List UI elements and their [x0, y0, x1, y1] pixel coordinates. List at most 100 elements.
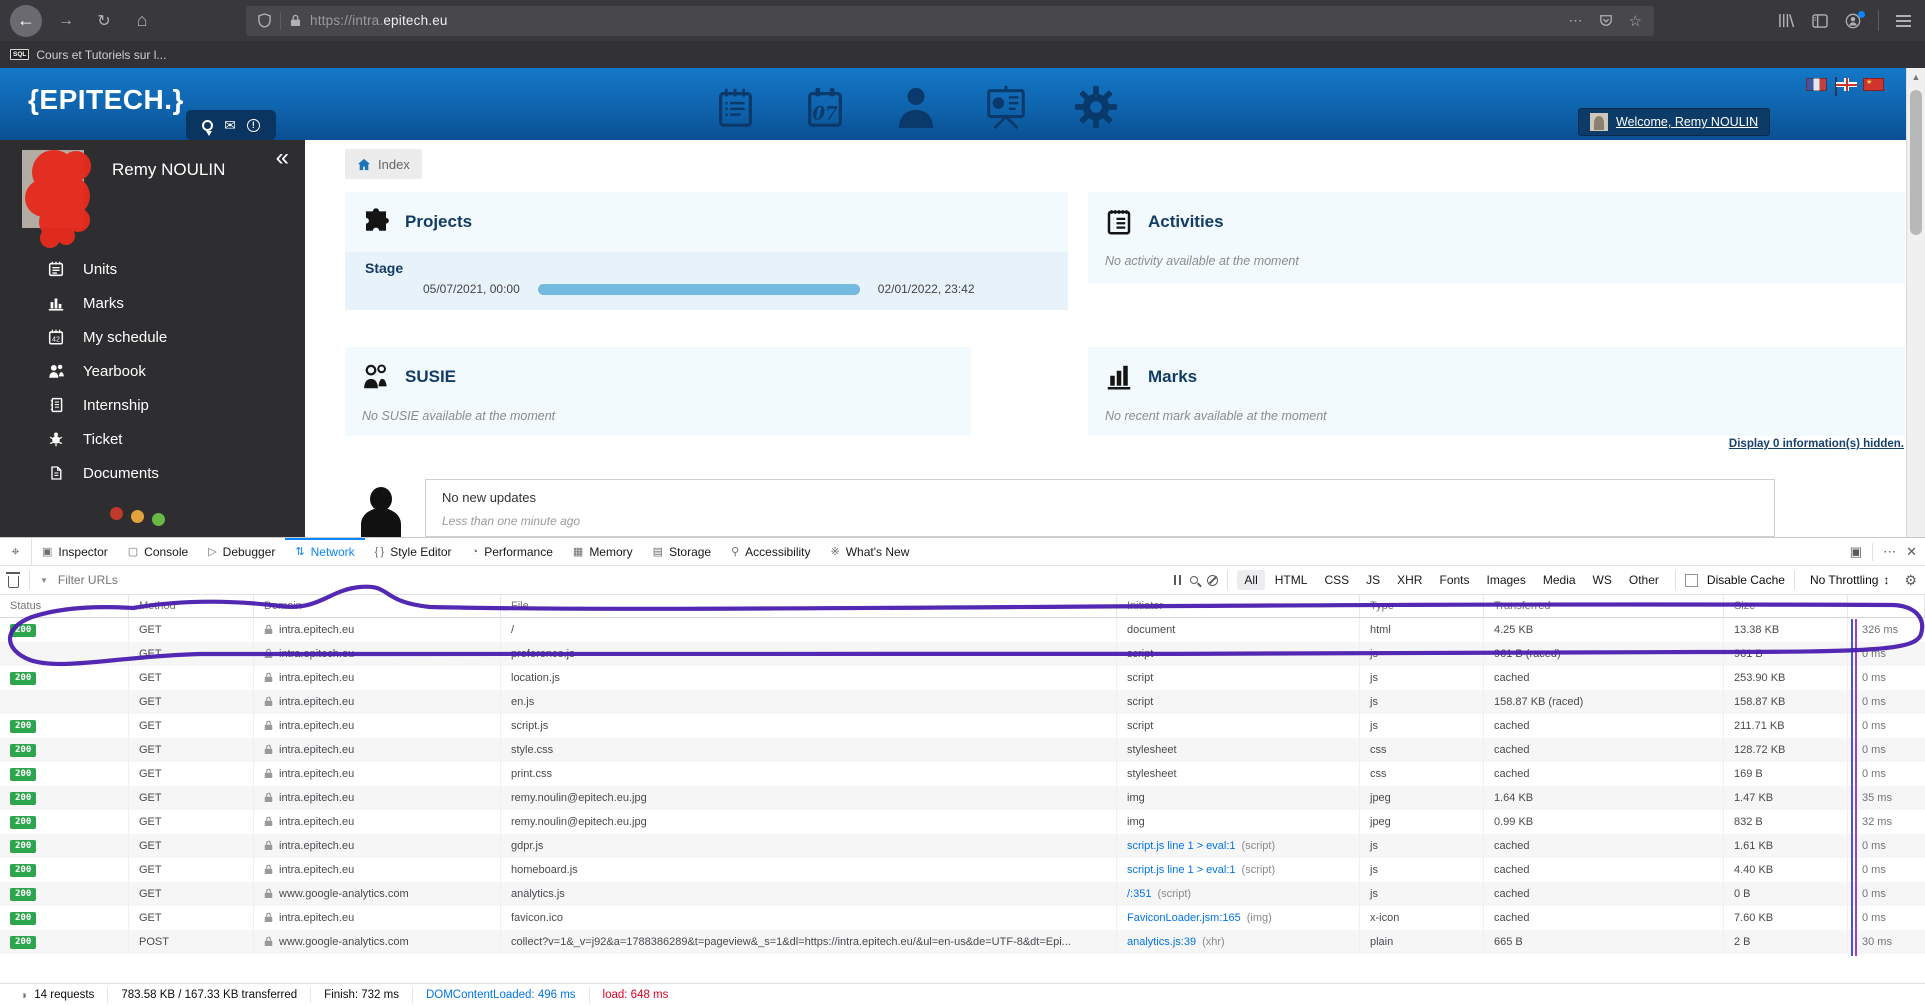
sidebar-item-marks[interactable]: Marks: [0, 286, 305, 320]
clear-requests-icon[interactable]: [6, 571, 20, 588]
column-header-transferred[interactable]: Transferred: [1484, 595, 1724, 617]
network-request-row[interactable]: 200 GET intra.epitech.eu homeboard.js script…: [0, 858, 1925, 882]
home-button[interactable]: ⌂: [128, 10, 156, 31]
planner-icon[interactable]: [712, 83, 760, 131]
filter-images[interactable]: Images: [1480, 570, 1533, 590]
network-request-row[interactable]: GET intra.epitech.eu preference.js script js…: [0, 642, 1925, 666]
profile-icon[interactable]: [893, 83, 941, 131]
network-request-row[interactable]: 200 GET intra.epitech.eu style.css styleshee…: [0, 738, 1925, 762]
initiator-link[interactable]: script.js line 1 > eval:1: [1127, 864, 1236, 876]
initiator-link[interactable]: script.js line 1 > eval:1: [1127, 840, 1236, 852]
tab-performance[interactable]: ◔ Performance: [462, 538, 563, 565]
sidebar-item-yearbook[interactable]: Yearbook: [0, 354, 305, 388]
initiator-link[interactable]: analytics.js:39: [1127, 936, 1196, 948]
epitech-logo[interactable]: {EPITECH.}: [28, 84, 184, 116]
english-flag-icon[interactable]: [1835, 77, 1857, 96]
tab-network[interactable]: ⇅ Network: [285, 538, 365, 565]
bookmark-item[interactable]: Cours et Tutoriels sur l...: [36, 48, 166, 62]
filter-css[interactable]: CSS: [1317, 570, 1356, 590]
reload-button[interactable]: ↻: [90, 11, 118, 31]
welcome-user-button[interactable]: Welcome, Remy NOULIN: [1578, 108, 1771, 136]
filter-html[interactable]: HTML: [1268, 570, 1315, 590]
filter-xhr[interactable]: XHR: [1390, 570, 1429, 590]
disable-cache-label[interactable]: Disable Cache: [1707, 573, 1785, 587]
network-request-row[interactable]: 200 GET intra.epitech.eu gdpr.js script.js l…: [0, 834, 1925, 858]
initiator-link[interactable]: /:351: [1127, 888, 1151, 900]
page-scrollbar[interactable]: ▲: [1906, 68, 1925, 537]
initiator-link[interactable]: FaviconLoader.jsm:165: [1127, 912, 1241, 924]
tab-style-editor[interactable]: { } Style Editor: [365, 538, 462, 565]
column-header-size[interactable]: Size: [1724, 595, 1848, 617]
column-header-type[interactable]: Type: [1360, 595, 1484, 617]
column-header-initiator[interactable]: Initiator: [1117, 595, 1360, 617]
tab-inspector[interactable]: ▣ Inspector: [32, 538, 118, 565]
network-request-row[interactable]: GET intra.epitech.eu en.js script js 158.87 K…: [0, 690, 1925, 714]
tab-accessibility[interactable]: ⚲ Accessibility: [721, 538, 820, 565]
network-request-row[interactable]: 200 GET intra.epitech.eu remy.noulin@epitec…: [0, 786, 1925, 810]
scrollbar-up-arrow[interactable]: ▲: [1907, 68, 1925, 82]
sidebar-item-ticket[interactable]: Ticket: [0, 422, 305, 456]
bookmark-star-icon[interactable]: ☆: [1629, 12, 1642, 30]
tab-memory[interactable]: ▦ Memory: [563, 538, 643, 565]
filter-other[interactable]: Other: [1622, 570, 1666, 590]
tracking-shield-icon[interactable]: [258, 13, 271, 28]
network-settings-gear-icon[interactable]: ⚙: [1904, 572, 1917, 589]
network-request-row[interactable]: 200 GET intra.epitech.eu / document html 4.25 …: [0, 618, 1925, 642]
account-icon[interactable]: [1845, 10, 1865, 29]
network-request-row[interactable]: 200 GET intra.epitech.eu favicon.ico Favicon…: [0, 906, 1925, 930]
network-request-row[interactable]: 200 GET intra.epitech.eu remy.noulin@epitec…: [0, 810, 1925, 834]
pocket-icon[interactable]: [1599, 14, 1613, 27]
chinese-flag-icon[interactable]: ★: [1863, 78, 1884, 91]
column-header-method[interactable]: Method: [129, 595, 254, 617]
column-header-waterfall[interactable]: [1848, 595, 1925, 617]
menu-icon[interactable]: [1896, 14, 1911, 27]
lock-icon[interactable]: [290, 14, 301, 27]
devtools-options-icon[interactable]: ⋯: [1883, 544, 1896, 560]
scrollbar-thumb[interactable]: [1910, 90, 1922, 235]
breadcrumb[interactable]: Index: [345, 149, 422, 179]
display-hidden-info-link[interactable]: Display 0 information(s) hidden.: [1304, 438, 1904, 450]
tab-debugger[interactable]: ▷ Debugger: [198, 538, 285, 565]
sidebar-item-documents[interactable]: Documents: [0, 456, 305, 490]
network-request-row[interactable]: 200 GET intra.epitech.eu print.css styleshee…: [0, 762, 1925, 786]
filter-fonts[interactable]: Fonts: [1432, 570, 1476, 590]
mail-envelope-icon[interactable]: ✉: [224, 117, 236, 134]
library-icon[interactable]: [1778, 13, 1795, 28]
block-requests-icon[interactable]: [1207, 574, 1219, 586]
activities-title[interactable]: Activities: [1148, 212, 1224, 232]
back-button[interactable]: ←: [10, 4, 42, 37]
settings-gear-icon[interactable]: [1073, 83, 1121, 131]
network-request-row[interactable]: 200 POST www.google-analytics.com collect?v…: [0, 930, 1925, 954]
filter-media[interactable]: Media: [1536, 570, 1583, 590]
pause-traffic-icon[interactable]: [1174, 575, 1182, 585]
stage-label[interactable]: Stage: [345, 252, 1068, 276]
tab-storage[interactable]: ▤ Storage: [643, 538, 721, 565]
location-pin-icon[interactable]: [202, 119, 214, 136]
sidebar-collapse-button[interactable]: «: [276, 144, 289, 172]
page-actions-icon[interactable]: ⋯: [1569, 12, 1583, 29]
filter-js[interactable]: JS: [1359, 570, 1387, 590]
network-request-row[interactable]: 200 GET intra.epitech.eu location.js script j…: [0, 666, 1925, 690]
column-header-file[interactable]: File: [501, 595, 1117, 617]
calendar-07-icon[interactable]: 07: [802, 83, 850, 131]
filter-ws[interactable]: WS: [1586, 570, 1619, 590]
tab-what-s-new[interactable]: ※ What's New: [821, 538, 920, 565]
network-request-row[interactable]: 200 GET www.google-analytics.com analytics.…: [0, 882, 1925, 906]
marks-title[interactable]: Marks: [1148, 367, 1197, 387]
tab-console[interactable]: ▢ Console: [118, 538, 198, 565]
projects-title[interactable]: Projects: [405, 212, 472, 232]
sidebar-item-units[interactable]: Units: [0, 252, 305, 286]
url-bar[interactable]: https://intra.epitech.eu ⋯ ☆: [246, 5, 1654, 36]
search-icon[interactable]: [1190, 576, 1199, 584]
column-header-status[interactable]: Status: [0, 595, 129, 617]
presentation-icon[interactable]: [983, 83, 1031, 131]
responsive-design-icon[interactable]: ▣: [1850, 544, 1862, 560]
sidebar-toggle-icon[interactable]: [1812, 13, 1828, 28]
url-text[interactable]: https://intra.epitech.eu: [310, 13, 1560, 28]
column-header-domain[interactable]: Domain: [254, 595, 501, 617]
french-flag-icon[interactable]: [1806, 78, 1827, 91]
throttling-dropdown[interactable]: No Throttling ↕: [1804, 573, 1895, 587]
devtools-close-icon[interactable]: ✕: [1906, 544, 1917, 560]
filter-urls-input[interactable]: Filter URLs: [58, 573, 118, 587]
stage-project-row[interactable]: Stage 05/07/2021, 00:00 02/01/2022, 23:4…: [345, 252, 1068, 310]
